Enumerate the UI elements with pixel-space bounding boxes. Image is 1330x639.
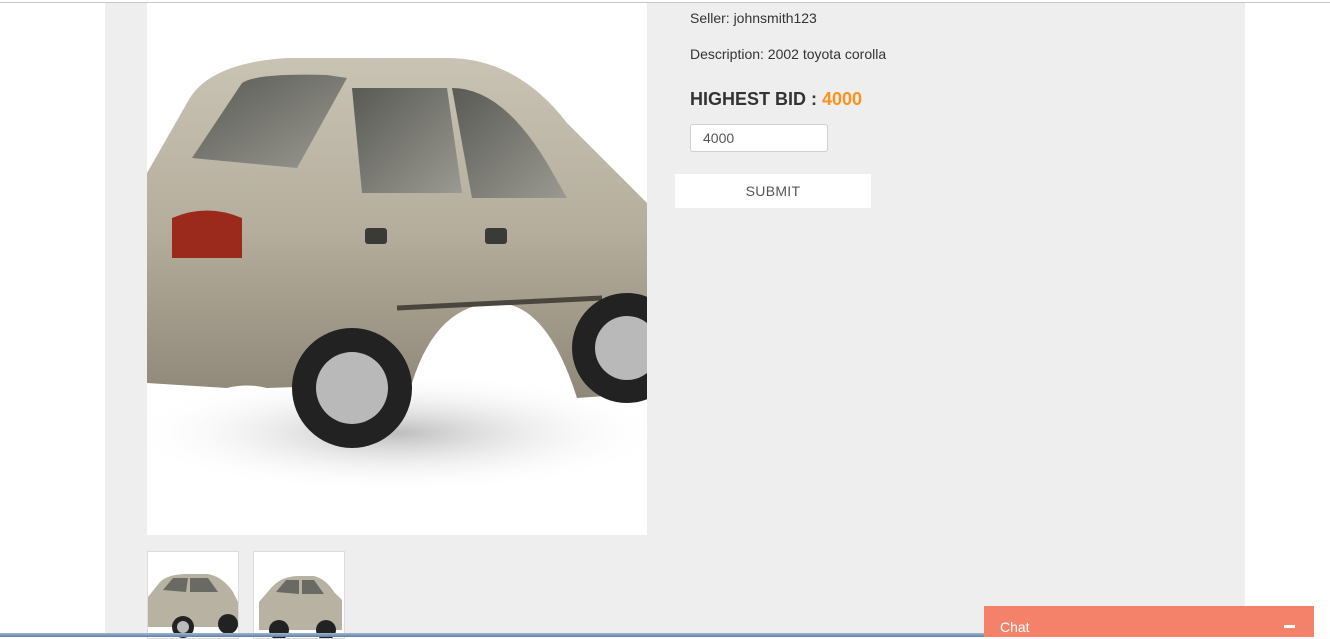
seller-text: Seller: johnsmith123 [690, 10, 817, 26]
submit-bid-button[interactable]: SUBMIT [675, 174, 871, 208]
description-text: Description: 2002 toyota corolla [690, 46, 887, 62]
car-thumbnail-2[interactable] [253, 551, 345, 639]
car-thumbnail-1[interactable] [147, 551, 239, 639]
main-car-photo [147, 3, 647, 535]
highest-bid-heading: HIGHEST BID : 4000 [690, 89, 862, 110]
listing-page: Seller: johnsmith123 Description: 2002 t… [105, 3, 1245, 639]
minus-icon[interactable] [1284, 625, 1295, 628]
highest-bid-label: HIGHEST BID : [690, 89, 823, 109]
highest-bid-value: 4000 [822, 89, 863, 109]
bid-amount-input[interactable] [690, 124, 828, 152]
taskbar-edge [0, 633, 984, 637]
chat-widget[interactable]: Chat [984, 606, 1314, 637]
chat-label: Chat [1000, 619, 1030, 635]
